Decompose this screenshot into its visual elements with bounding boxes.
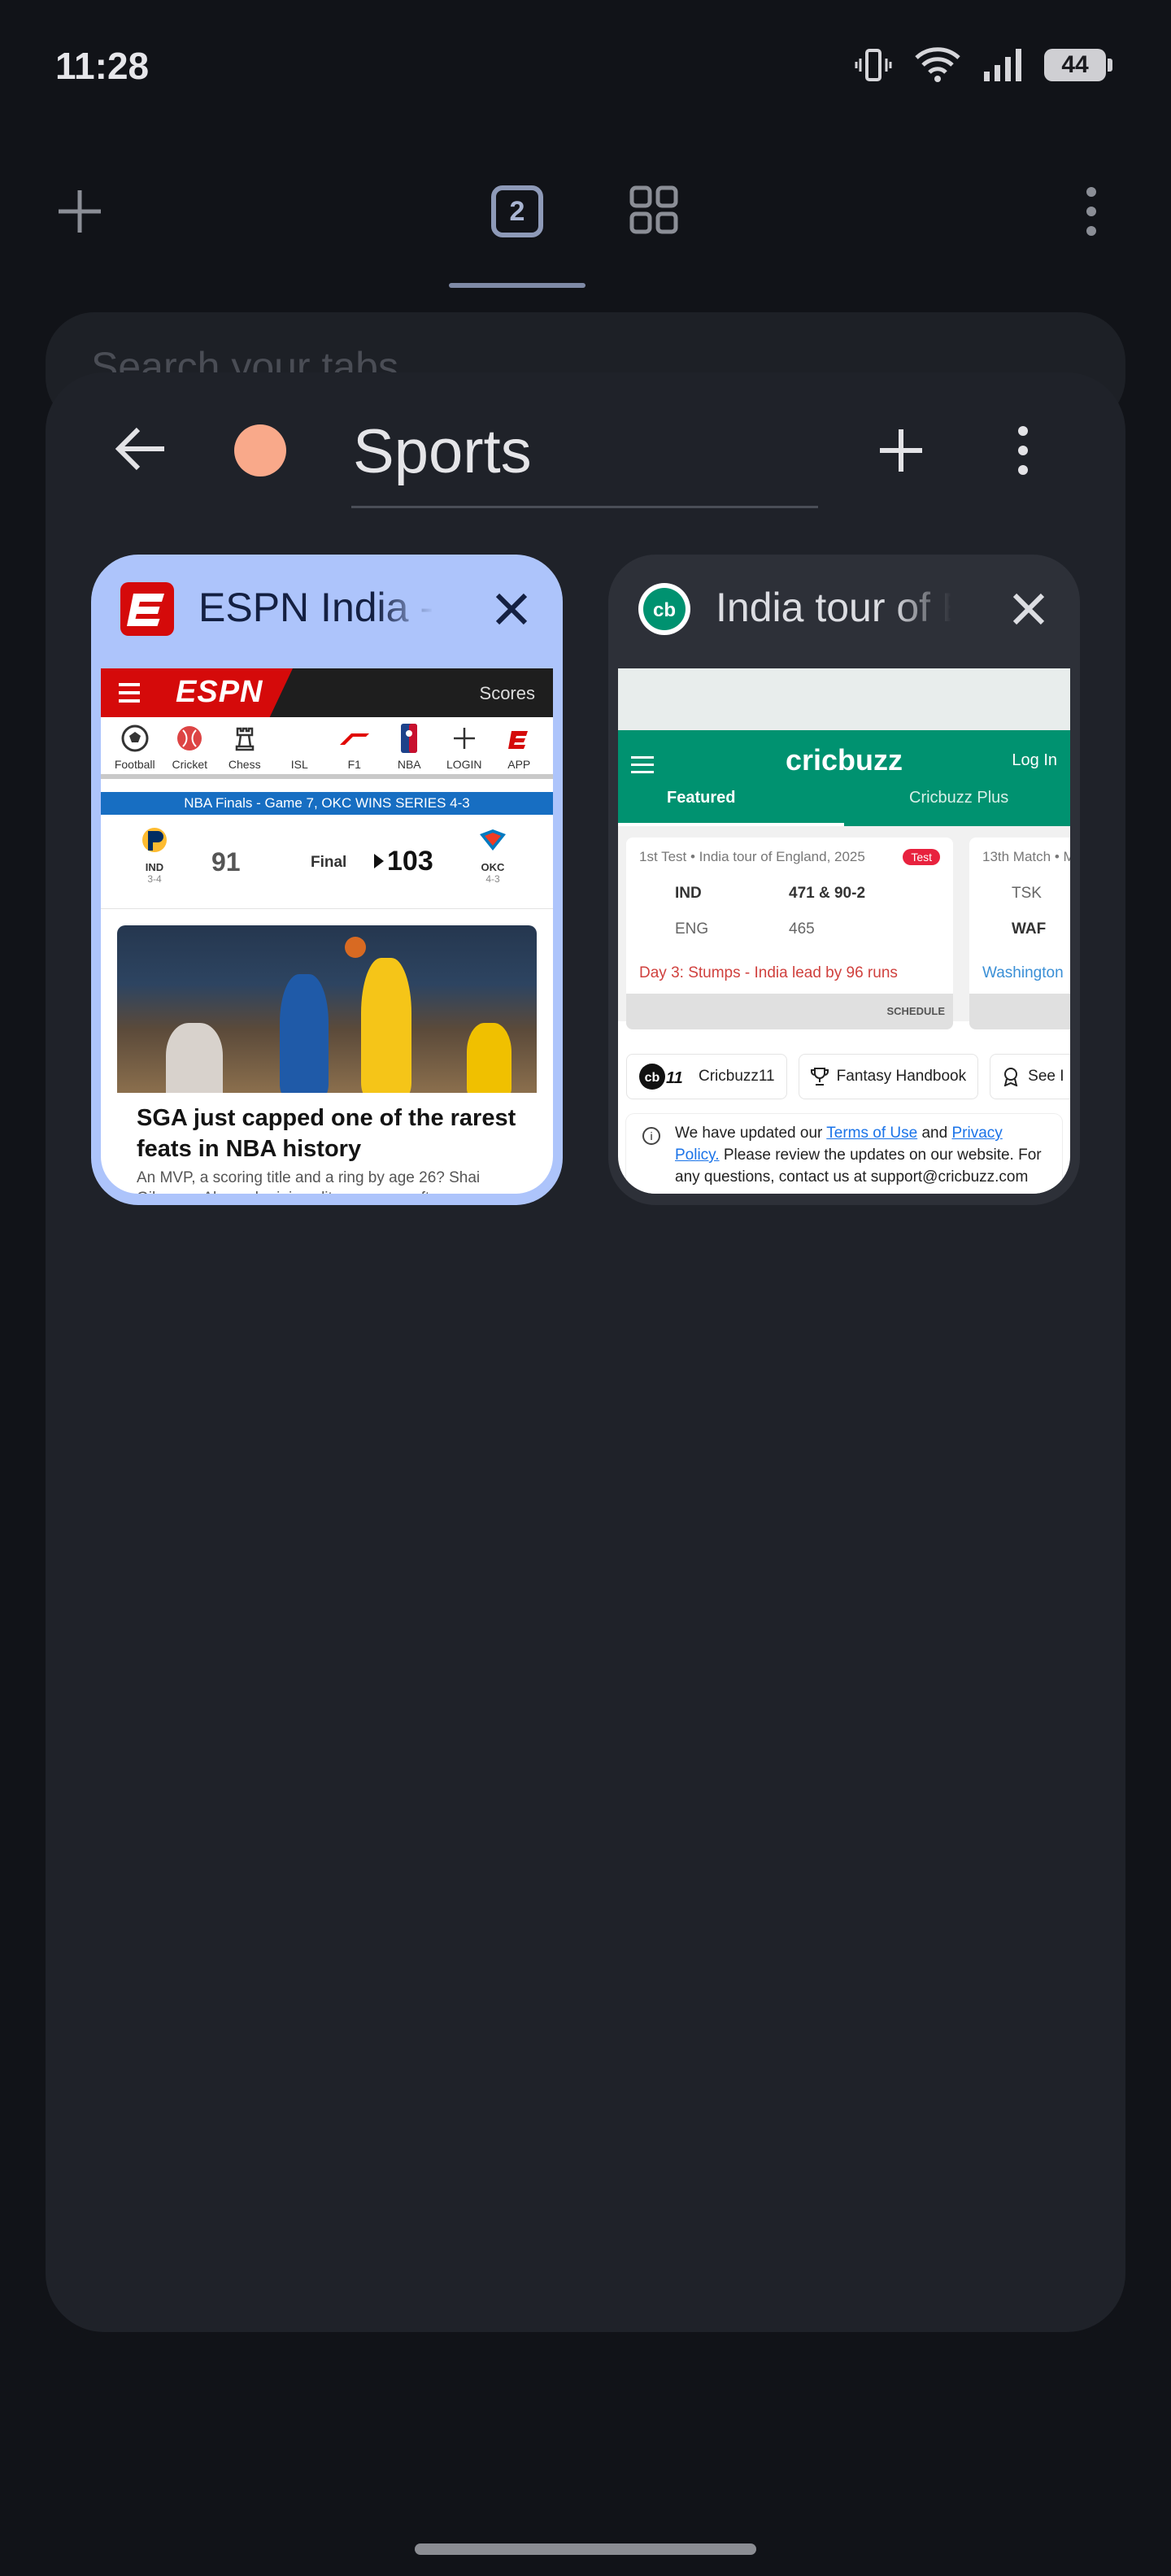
cricbuzz-logo: cricbuzz [786,743,903,777]
team2: OKC 4-3 [475,826,511,885]
group-color-dot[interactable] [234,424,286,476]
espn-logo: ESPN [176,675,263,709]
cricbuzz-favicon: cb [638,583,690,635]
nav-item: APP [492,722,547,771]
group-title-underline [351,506,818,508]
status-time: 11:28 [55,45,150,87]
add-tab-to-group-icon[interactable] [875,424,927,476]
new-tab-icon[interactable] [54,185,106,237]
vibrate-icon [855,49,892,81]
signal-icon [984,49,1021,81]
espn-header: ESPN Scores [101,668,553,717]
home-indicator[interactable] [415,2543,756,2555]
quick-links: cb 11 Cricbuzz11 Fantasy Handbook See I [626,1054,1070,1099]
close-tab-icon[interactable] [1008,589,1049,629]
tab-groups-icon[interactable] [629,185,678,234]
tab-card-espn[interactable]: ESPN India - Serving sports fans ESPN Sc… [91,555,563,1205]
pacers-logo-icon [142,828,167,852]
article-subtitle: An MVP, a scoring title and a ring by ag… [137,1169,481,1194]
nav-item: NBA [382,722,437,771]
match-card: 1st Test • India tour of England, 2025 T… [626,838,953,1034]
nav-item: ISL [290,758,308,771]
football-icon [121,724,149,752]
chip-see: See I [990,1054,1070,1099]
tab-card-cricbuzz[interactable]: cb India tour of England cricbuzz Log In… [608,555,1080,1205]
tab-thumbnail: ESPN Scores Football Cricket Chess ISL F… [101,668,553,1194]
match-card: 13th Match • M TSK WAF Washington [969,838,1070,1034]
tab-title: India tour of England [716,585,951,630]
svg-text:cb: cb [653,599,676,621]
battery-icon: 44 [1044,49,1112,81]
more-options-icon[interactable] [1082,185,1101,237]
f1-logo-icon [339,733,369,745]
team1: IND 3-4 [138,826,171,885]
close-tab-icon[interactable] [491,589,532,629]
team1-score: 91 [211,847,241,877]
plus-icon [453,728,475,749]
login-link: Log In [1012,751,1057,769]
game-banner: NBA Finals - Game 7, OKC WINS SERIES 4-3 [101,792,553,815]
back-arrow-icon[interactable] [111,423,169,475]
badge-icon [1003,1068,1018,1086]
tab-group-sheet: Sports ESPN India - Serving sports fans … [46,372,1125,2332]
menu-icon [631,756,654,778]
team2-score: 103 [387,846,433,877]
article-headline: SGA just capped one of the rarest feats … [137,1105,516,1162]
nav-item: LOGIN [437,722,492,771]
score-row: IND 3-4 91 Final 103 OKC 4-3 [101,815,553,909]
chess-rook-icon [235,727,254,751]
chip-cricbuzz11: cb 11 Cricbuzz11 [626,1054,787,1099]
tab-thumbnail: cricbuzz Log In Featured Cricbuzz Plus 1… [618,668,1070,1194]
trophy-icon [810,1068,829,1086]
policy-notice: i We have updated our Terms of Use and P… [626,1114,1062,1194]
svg-text:11: 11 [666,1069,683,1087]
tab-cricbuzz-plus: Cricbuzz Plus [909,789,1009,807]
tab-card-header: cb India tour of England [608,555,1080,668]
match-cards: 1st Test • India tour of England, 2025 T… [618,826,1070,1034]
tab-card-header: ESPN India - Serving sports fans [91,555,563,668]
nav-item: Football [107,722,163,771]
cricbuzz-header: cricbuzz Log In Featured Cricbuzz Plus [618,730,1070,826]
nba-logo-icon [401,724,418,753]
selected-tab-indicator [449,283,586,288]
test-badge: Test [903,849,940,865]
wifi-icon [915,47,960,82]
chip-fantasy-handbook: Fantasy Handbook [798,1054,979,1099]
cb11-logo-icon: cb 11 [639,1064,683,1090]
game-status: Final [311,854,347,871]
nav-item: F1 [327,722,382,771]
group-more-options-icon[interactable] [1013,424,1033,476]
sport-nav: Football Cricket Chess ISL F1 NBA LOGIN … [101,717,553,779]
info-icon: i [642,1127,660,1145]
status-icons: 44 [854,46,1112,85]
espn-favicon [120,582,174,636]
nav-item: Chess [217,722,272,771]
cricket-ball-icon [177,726,202,751]
scores-link: Scores [479,683,535,703]
group-title[interactable]: Sports [353,416,532,487]
espn-app-icon [508,731,529,749]
article-photo [117,925,537,1093]
tab-featured: Featured [667,789,736,807]
svg-text:cb: cb [645,1071,660,1085]
menu-icon [119,683,140,707]
tab-count-button[interactable]: 2 [491,185,543,237]
thunder-logo-icon [480,829,506,851]
winner-arrow-icon [374,854,384,868]
tab-title: ESPN India - Serving sports fans [198,585,434,630]
nav-item: Cricket [163,722,218,771]
